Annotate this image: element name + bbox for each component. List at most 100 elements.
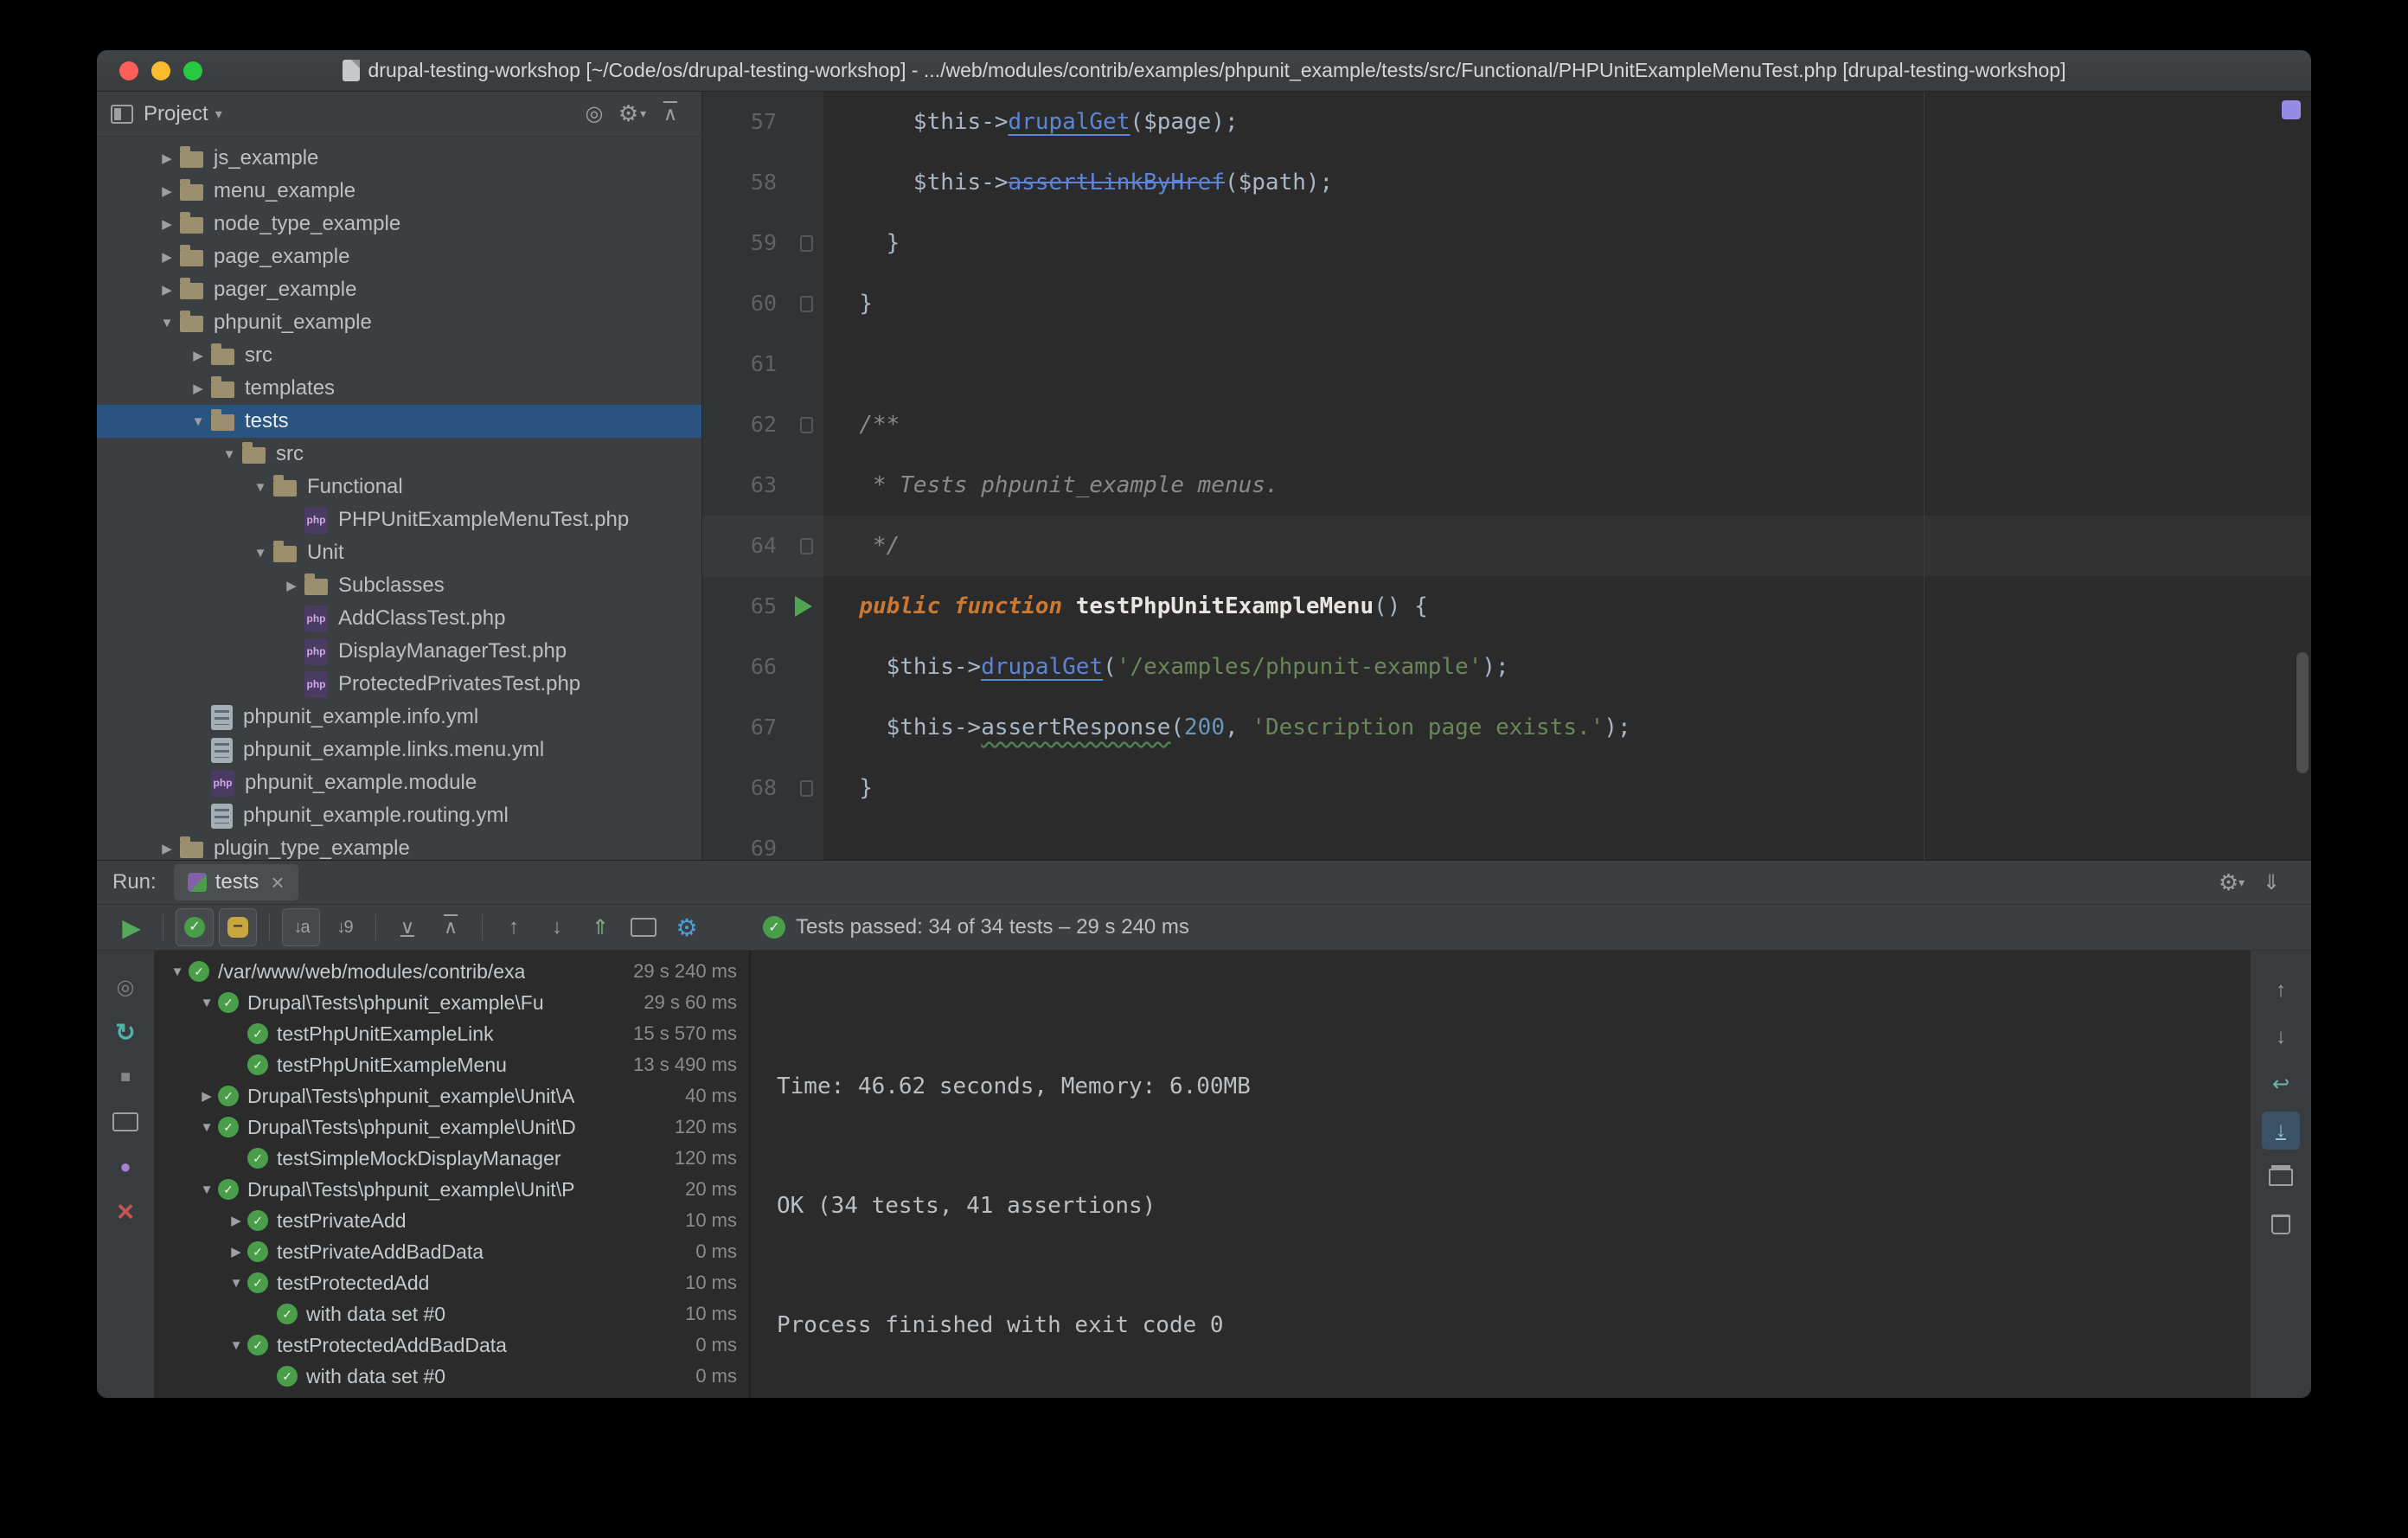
expand-arrow-icon[interactable] (195, 996, 218, 1010)
project-tree-item-phpunit_example.routing.yml[interactable]: phpunit_example.routing.yml (97, 799, 701, 832)
test-settings-icon[interactable] (668, 908, 706, 946)
project-tree-item-src[interactable]: src (97, 438, 701, 471)
next-occurrence-icon[interactable] (538, 908, 576, 946)
project-tree-item-phpunit_example.links.menu.yml[interactable]: phpunit_example.links.menu.yml (97, 734, 701, 766)
editor-line-57[interactable]: 57 $this->drupalGet($page); (702, 92, 2311, 152)
fold-marker-icon[interactable] (799, 234, 813, 252)
test-tree-item[interactable]: ✓ testSimpleMockDisplayManager 120 ms (154, 1143, 749, 1174)
test-tree-item[interactable]: ✓ testPhpUnitExampleLink 15 s 570 ms (154, 1018, 749, 1049)
tab-tests[interactable]: tests × (173, 864, 298, 900)
expand-arrow-icon[interactable] (225, 1338, 247, 1353)
project-tree-item-DisplayManagerTest.php[interactable]: php DisplayManagerTest.php (97, 635, 701, 668)
settings-gear-icon[interactable] (2214, 865, 2249, 900)
fold-marker-icon[interactable] (799, 779, 813, 797)
expand-arrow-icon[interactable] (154, 841, 180, 856)
project-tree-item-templates[interactable]: templates (97, 372, 701, 405)
inspection-status-indicator[interactable] (2282, 100, 2301, 119)
test-tree-item[interactable]: ✓ Drupal\Tests\phpunit_example\Unit\A 40 m… (154, 1080, 749, 1112)
project-tree-item-node_type_example[interactable]: node_type_example (97, 208, 701, 240)
run-test-icon[interactable] (795, 596, 812, 617)
test-tree-item[interactable]: ✓ testPhpUnitExampleMenu 13 s 490 ms (154, 1049, 749, 1080)
project-tree-item-Unit[interactable]: Unit (97, 536, 701, 569)
editor-line-65[interactable]: 65 public function testPhpUnitExampleMen… (702, 576, 2311, 637)
editor-line-59[interactable]: 59 } (702, 213, 2311, 273)
zoom-window-button[interactable] (183, 61, 202, 80)
close-window-button[interactable] (119, 61, 138, 80)
test-tree-item[interactable]: ✓ testPrivateAddBadData 0 ms (154, 1236, 749, 1267)
project-tree-item-phpunit_example[interactable]: phpunit_example (97, 306, 701, 339)
expand-arrow-icon[interactable] (185, 348, 211, 363)
expand-arrow-icon[interactable] (154, 183, 180, 199)
pin-tab-icon[interactable] (106, 1148, 144, 1186)
sort-alphabetically-icon[interactable] (282, 908, 320, 946)
project-tree-item-phpunit_example.info.yml[interactable]: phpunit_example.info.yml (97, 701, 701, 734)
expand-arrow-icon[interactable] (154, 216, 180, 232)
console-panel[interactable]: Time: 46.62 seconds, Memory: 6.00MB OK (… (751, 951, 2251, 1398)
test-tree-item[interactable]: ✓ Drupal\Tests\phpunit_example\Unit\D 120 … (154, 1112, 749, 1143)
close-tab-icon[interactable]: × (271, 869, 284, 896)
expand-all-icon[interactable] (388, 908, 426, 946)
test-tree-item[interactable]: ✓ testProtectedAddBadData 0 ms (154, 1330, 749, 1361)
expand-arrow-icon[interactable] (166, 964, 189, 979)
editor-line-63[interactable]: 63 * Tests phpunit_example menus. (702, 455, 2311, 516)
test-tree-item[interactable]: ✓ with data set #0 10 ms (154, 1298, 749, 1330)
project-tree-item-Subclasses[interactable]: Subclasses (97, 569, 701, 602)
project-tree-item-menu_example[interactable]: menu_example (97, 175, 701, 208)
rerun-failed-tests-icon[interactable] (106, 1013, 144, 1051)
collapse-all-icon[interactable] (653, 97, 688, 131)
editor-line-69[interactable]: 69 (702, 818, 2311, 860)
editor-line-61[interactable]: 61 (702, 334, 2311, 394)
import-test-results-icon[interactable] (581, 908, 619, 946)
project-tree-item-page_example[interactable]: page_example (97, 240, 701, 273)
editor-line-60[interactable]: 60 } (702, 273, 2311, 334)
editor[interactable]: 57 $this->drupalGet($page); 58 $this->ass… (702, 92, 2311, 860)
project-tree-item-pager_example[interactable]: pager_example (97, 273, 701, 306)
test-tree-item[interactable]: ✓ /var/www/web/modules/contrib/exa 29 s 24… (154, 956, 749, 987)
editor-line-58[interactable]: 58 $this->assertLinkByHref($path); (702, 152, 2311, 213)
project-tree-item-ProtectedPrivatesTest.php[interactable]: php ProtectedPrivatesTest.php (97, 668, 701, 701)
expand-arrow-icon[interactable] (225, 1276, 247, 1291)
scroll-down-icon[interactable] (2262, 1018, 2300, 1056)
editor-line-64[interactable]: 64 */ (702, 516, 2311, 576)
expand-arrow-icon[interactable] (225, 1213, 247, 1228)
project-tree-item-AddClassTest.php[interactable]: php AddClassTest.php (97, 602, 701, 635)
editor-line-66[interactable]: 66 $this->drupalGet('/examples/phpunit-e… (702, 637, 2311, 697)
rerun-tests-icon[interactable] (112, 908, 150, 946)
project-tree-item-PHPUnitExampleMenuTest.php[interactable]: php PHPUnitExampleMenuTest.php (97, 503, 701, 536)
hide-panel-icon[interactable] (2254, 865, 2289, 900)
scroll-to-end-icon[interactable] (2262, 1112, 2300, 1150)
expand-arrow-icon[interactable] (279, 578, 304, 593)
show-passed-icon[interactable] (176, 908, 214, 946)
fold-marker-icon[interactable] (799, 416, 813, 433)
print-icon[interactable] (2262, 1158, 2300, 1196)
sort-by-duration-icon[interactable] (325, 908, 363, 946)
editor-line-62[interactable]: 62 /** (702, 394, 2311, 455)
test-tree-item[interactable]: ✓ with data set #0 0 ms (154, 1361, 749, 1392)
expand-arrow-icon[interactable] (225, 1244, 247, 1259)
fold-marker-icon[interactable] (799, 295, 813, 312)
project-tree-item-phpunit_example.module[interactable]: php phpunit_example.module (97, 766, 701, 799)
expand-arrow-icon[interactable] (154, 282, 180, 298)
editor-line-68[interactable]: 68 } (702, 758, 2311, 818)
scroll-up-icon[interactable] (2262, 971, 2300, 1009)
project-tree-item-tests[interactable]: tests (97, 405, 701, 438)
minimize-window-button[interactable] (151, 61, 170, 80)
close-run-icon[interactable] (106, 1193, 144, 1231)
previous-occurrence-icon[interactable] (495, 908, 533, 946)
project-tree-item-js_example[interactable]: js_example (97, 142, 701, 175)
soft-wrap-icon[interactable] (2262, 1065, 2300, 1103)
expand-arrow-icon[interactable] (195, 1120, 218, 1135)
show-ignored-icon[interactable] (219, 908, 257, 946)
test-tree-item[interactable]: ✓ testProtectedAdd 10 ms (154, 1267, 749, 1298)
expand-arrow-icon[interactable] (247, 546, 273, 561)
expand-arrow-icon[interactable] (154, 316, 180, 330)
collapse-all2-icon[interactable] (432, 908, 470, 946)
coverage-icon[interactable] (624, 908, 663, 946)
editor-line-67[interactable]: 67 $this->assertResponse(200, 'Descripti… (702, 697, 2311, 758)
expand-arrow-icon[interactable] (216, 447, 242, 462)
expand-arrow-icon[interactable] (195, 1182, 218, 1197)
test-tree-item[interactable]: ✓ Drupal\Tests\phpunit_example\Unit\P 20 m… (154, 1174, 749, 1205)
clear-all-icon[interactable] (2262, 1205, 2300, 1243)
project-tree-item-src[interactable]: src (97, 339, 701, 372)
expand-arrow-icon[interactable] (185, 414, 211, 429)
